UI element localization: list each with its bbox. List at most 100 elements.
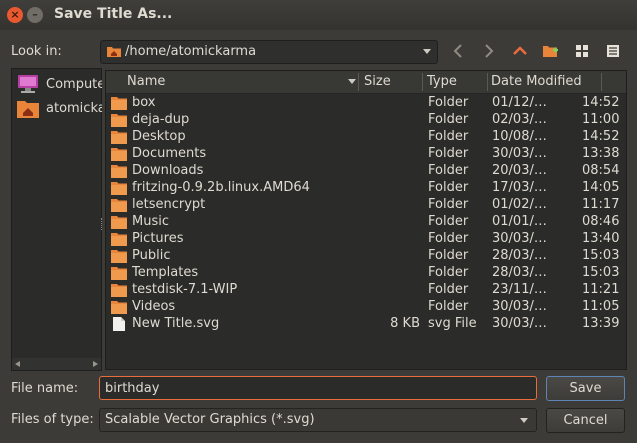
file-name-input[interactable]: [99, 376, 537, 400]
file-time: 11:17: [582, 197, 620, 212]
save-dialog: × – Save Title As... Look in: /home/atom…: [0, 0, 637, 443]
file-type: Folder: [428, 129, 469, 144]
file-name: Downloads: [132, 163, 204, 178]
file-name: fritzing-0.9.2b.linux.AMD64: [132, 180, 310, 195]
folder-icon: [111, 131, 127, 144]
column-separator[interactable]: [601, 73, 602, 91]
window-title: Save Title As...: [54, 6, 173, 22]
file-date: 17/03/…: [492, 180, 547, 195]
minimize-button[interactable]: –: [27, 7, 43, 23]
table-row[interactable]: Desktop Folder 10/08/… 14:52: [106, 128, 626, 145]
file-name: Desktop: [132, 129, 186, 144]
chevron-down-icon: [520, 418, 528, 423]
folder-icon: [111, 267, 127, 280]
table-row[interactable]: Pictures Folder 30/03/… 13:40: [106, 230, 626, 247]
column-header-name[interactable]: Name: [127, 74, 165, 89]
cancel-button[interactable]: Cancel: [546, 408, 625, 433]
file-date: 28/03/…: [492, 248, 547, 263]
file-type: Folder: [428, 299, 469, 314]
folder-icon: [111, 199, 127, 212]
look-in-path: /home/atomickarma: [125, 44, 257, 59]
column-separator[interactable]: [422, 73, 423, 91]
file-date: 01/02/…: [492, 197, 547, 212]
table-row[interactable]: Music Folder 01/01/… 08:46: [106, 213, 626, 230]
file-type: Folder: [428, 146, 469, 161]
column-header-date[interactable]: Date Modified: [491, 74, 582, 89]
detail-list-icon: [607, 45, 619, 57]
column-header-type[interactable]: Type: [427, 74, 457, 89]
save-button[interactable]: Save: [546, 376, 625, 401]
table-row[interactable]: letsencrypt Folder 01/02/… 11:17: [106, 196, 626, 213]
folder-icon: [111, 301, 127, 314]
table-row[interactable]: fritzing-0.9.2b.linux.AMD64 Folder 17/03/……: [106, 179, 626, 196]
file-date: 01/12/…: [492, 95, 547, 110]
file-name: testdisk-7.1-WIP: [132, 282, 238, 297]
column-header-size[interactable]: Size: [364, 74, 391, 89]
new-folder-button[interactable]: [541, 41, 561, 61]
scroll-right-icon[interactable]: [93, 361, 98, 367]
file-name: Videos: [132, 299, 176, 314]
look-in-combo[interactable]: /home/atomickarma: [100, 40, 438, 64]
arrow-up-icon: [513, 46, 527, 55]
file-type: Folder: [428, 95, 469, 110]
file-name: box: [132, 95, 156, 110]
file-date: 30/03/…: [492, 146, 547, 161]
table-row[interactable]: Downloads Folder 20/03/… 08:54: [106, 162, 626, 179]
sidebar-item-label: atomickarma: [46, 101, 102, 116]
arrow-left-icon: [453, 44, 462, 58]
file-time: 14:05: [582, 180, 620, 195]
file-date: 02/03/…: [492, 112, 547, 127]
column-separator[interactable]: [358, 73, 359, 91]
folder-icon: [111, 182, 127, 195]
file-size: 8 KB: [390, 316, 420, 331]
file-date: 28/03/…: [492, 265, 547, 280]
chevron-down-icon: [423, 49, 431, 54]
sidebar-scrollbar[interactable]: [12, 358, 101, 370]
table-row[interactable]: Videos Folder 30/03/… 11:05: [106, 298, 626, 315]
file-list-header: Name Size Type Date Modified: [106, 71, 626, 94]
file-type-value: Scalable Vector Graphics (*.svg): [105, 412, 315, 427]
sidebar-item-home[interactable]: atomickarma: [16, 97, 102, 119]
detail-view-button[interactable]: [603, 41, 623, 61]
sort-descending-icon: [348, 79, 356, 84]
file-type: Folder: [428, 197, 469, 212]
table-row[interactable]: New Title.svg 8 KB svg File 30/03/… 13:39: [106, 315, 626, 332]
file-type-select[interactable]: Scalable Vector Graphics (*.svg): [99, 408, 537, 432]
column-separator[interactable]: [487, 73, 488, 91]
close-button[interactable]: ×: [7, 7, 23, 23]
file-name-label: File name:: [11, 381, 79, 396]
folder-icon: [111, 233, 127, 246]
folder-icon: [111, 165, 127, 178]
file-date: 01/01/…: [492, 214, 547, 229]
table-row[interactable]: Templates Folder 28/03/… 15:03: [106, 264, 626, 281]
table-row[interactable]: Documents Folder 30/03/… 13:38: [106, 145, 626, 162]
file-name: Public: [132, 248, 171, 263]
table-row[interactable]: box Folder 01/12/… 14:52: [106, 94, 626, 111]
table-row[interactable]: testdisk-7.1-WIP Folder 23/11/… 11:21: [106, 281, 626, 298]
up-folder-button[interactable]: [510, 41, 530, 61]
list-view-button[interactable]: [572, 41, 592, 61]
file-date: 10/08/…: [492, 129, 547, 144]
table-row[interactable]: deja-dup Folder 02/03/… 11:00: [106, 111, 626, 128]
forward-button[interactable]: [479, 41, 499, 61]
file-type: Folder: [428, 112, 469, 127]
minimize-icon: –: [32, 8, 38, 21]
file-name: Music: [132, 214, 169, 229]
file-time: 14:52: [582, 95, 620, 110]
folder-icon: [111, 284, 127, 297]
file-name: Documents: [132, 146, 207, 161]
file-type-label: Files of type:: [11, 412, 94, 427]
folder-icon: [111, 250, 127, 263]
scroll-left-icon[interactable]: [15, 361, 20, 367]
home-folder-icon: [107, 47, 121, 57]
splitter-handle[interactable]: [101, 218, 104, 230]
folder-icon: [111, 97, 127, 110]
file-time: 15:03: [582, 248, 620, 263]
sidebar-item-computer[interactable]: Computer: [16, 73, 102, 95]
file-date: 23/11/…: [492, 282, 547, 297]
table-row[interactable]: Public Folder 28/03/… 15:03: [106, 247, 626, 264]
look-in-label: Look in:: [11, 44, 62, 59]
back-button[interactable]: [448, 41, 468, 61]
computer-icon: [18, 75, 38, 93]
file-type: Folder: [428, 265, 469, 280]
